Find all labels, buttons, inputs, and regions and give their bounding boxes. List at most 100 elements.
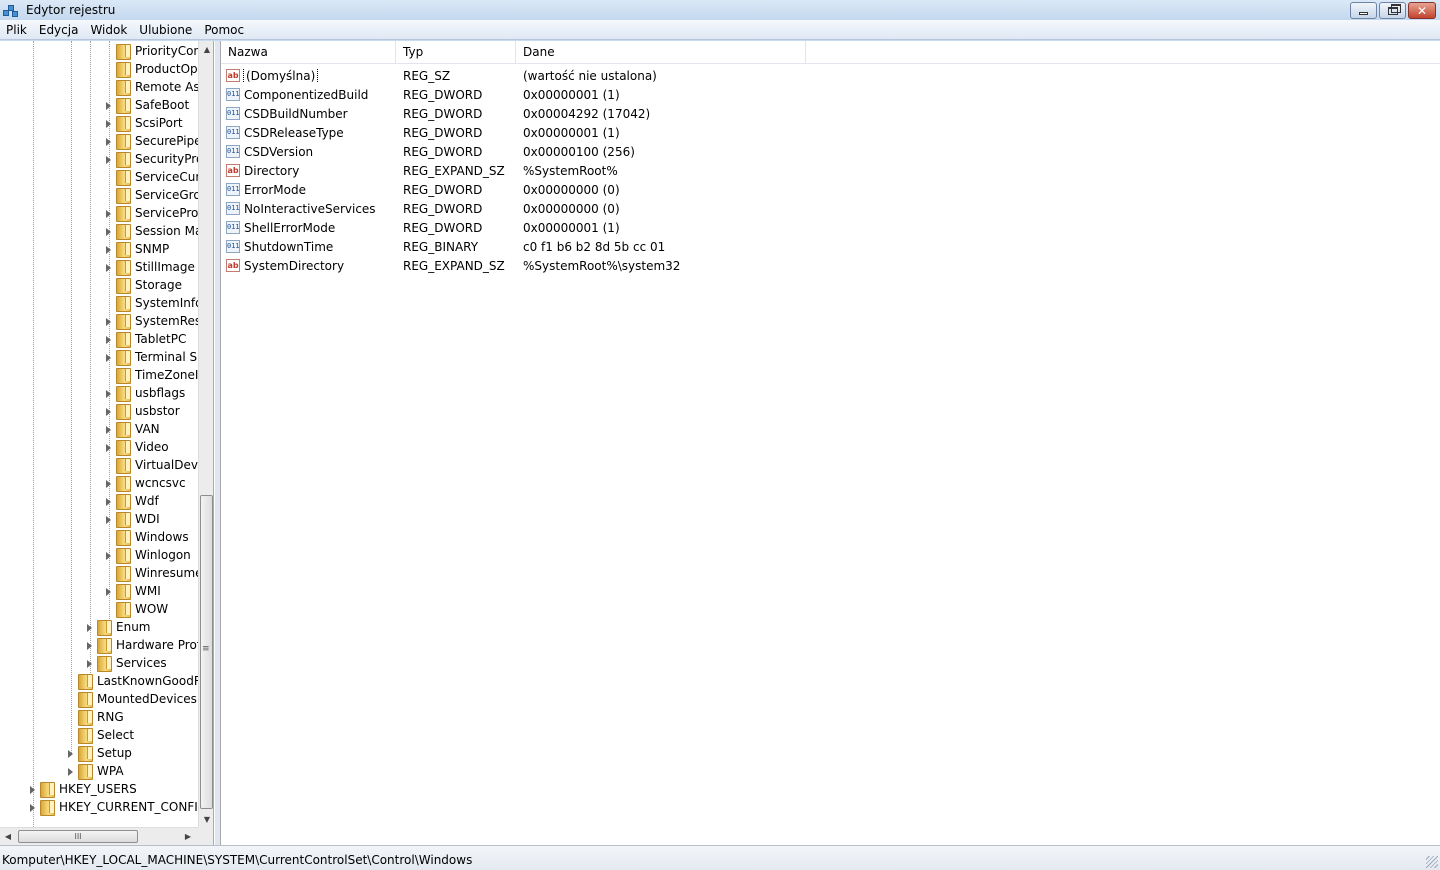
tree-item[interactable]: Enum [85,618,150,636]
tree-item[interactable]: VAN [104,420,160,438]
menu-plik[interactable]: Plik [0,20,33,40]
tree-item[interactable]: Select [66,726,134,744]
tree-item[interactable]: MountedDevices [66,690,197,708]
tree-item[interactable]: SystemInfo [104,294,198,312]
expand-arrow-icon[interactable] [85,623,94,632]
expand-arrow-icon[interactable] [85,641,94,650]
value-row[interactable]: 011 ComponentizedBuild REG_DWORD 0x00000001… [221,85,806,104]
expand-arrow-icon[interactable] [104,155,113,164]
value-row[interactable]: 011 ShellErrorMode REG_DWORD 0x00000001 (1) [221,218,806,237]
column-header-nazwa[interactable]: Nazwa [221,41,396,64]
scroll-left-icon[interactable]: ◀ [0,828,16,845]
expand-arrow-icon[interactable] [104,245,113,254]
tree-item[interactable]: Winlogon [104,546,191,564]
tree-item[interactable]: HKEY_CURRENT_CONFIG [28,798,198,816]
tree-item[interactable]: SNMP [104,240,169,258]
tree-item[interactable]: WOW [104,600,168,618]
expand-arrow-icon[interactable] [104,263,113,272]
expand-arrow-icon[interactable] [104,317,113,326]
column-header-dane[interactable]: Dane [516,41,806,64]
minimize-button[interactable] [1350,2,1377,19]
menu-pomoc[interactable]: Pomoc [198,20,250,40]
expand-arrow-icon[interactable] [104,137,113,146]
close-button[interactable]: ✕ [1408,2,1436,19]
tree-item[interactable]: Terminal S [104,348,197,366]
value-row[interactable]: 011 CSDReleaseType REG_DWORD 0x00000001 (1) [221,123,806,142]
tree-item[interactable]: Setup [66,744,132,762]
tree-item[interactable]: Windows [104,528,189,546]
expand-arrow-icon[interactable] [104,515,113,524]
tree-item[interactable]: Winresume [104,564,198,582]
tree-item[interactable]: Hardware Prof [85,636,198,654]
expand-arrow-icon[interactable] [66,767,75,776]
value-row[interactable]: ab (Domyślna) REG_SZ (wartość nie ustalona) [221,66,806,85]
tree-item[interactable]: WDI [104,510,160,528]
horizontal-scroll-thumb[interactable]: III [18,830,138,843]
column-header-typ[interactable]: Typ [396,41,516,64]
value-row[interactable]: ab Directory REG_EXPAND_SZ %SystemRoot% [221,161,806,180]
tree-item[interactable]: RNG [66,708,124,726]
expand-arrow-icon[interactable] [104,227,113,236]
expand-arrow-icon[interactable] [28,785,37,794]
tree-item[interactable]: ServiceCur [104,168,198,186]
expand-arrow-icon[interactable] [85,659,94,668]
value-row[interactable]: 011 ShutdownTime REG_BINARY c0 f1 b6 b2 8d … [221,237,806,256]
expand-arrow-icon[interactable] [104,353,113,362]
expand-arrow-icon[interactable] [104,587,113,596]
expand-arrow-icon[interactable] [104,101,113,110]
tree-item[interactable]: VirtualDevi [104,456,198,474]
tree-item[interactable]: Session Ma [104,222,198,240]
tree-item[interactable]: HKEY_USERS [28,780,137,798]
tree-item[interactable]: Remote As [104,78,198,96]
expand-arrow-icon[interactable] [104,209,113,218]
tree-item[interactable]: TabletPC [104,330,186,348]
tree-item[interactable]: usbflags [104,384,185,402]
expand-arrow-icon[interactable] [104,407,113,416]
tree-item[interactable]: TimeZoneI [104,366,198,384]
tree-item[interactable]: SystemRes [104,312,198,330]
tree-horizontal-scrollbar[interactable]: ◀ III ▶ [0,827,198,845]
vertical-scroll-thumb[interactable]: ≡ [200,495,213,809]
tree-item[interactable]: WMI [104,582,161,600]
menu-edycja[interactable]: Edycja [33,20,85,40]
tree-item[interactable]: Storage [104,276,182,294]
expand-arrow-icon[interactable] [104,443,113,452]
expand-arrow-icon[interactable] [104,425,113,434]
tree-item[interactable]: SecurityPro [104,150,198,168]
tree-item[interactable]: Services [85,654,167,672]
expand-arrow-icon[interactable] [104,497,113,506]
tree-item[interactable]: ServiceProv [104,204,198,222]
tree-item[interactable]: LastKnownGoodR [66,672,198,690]
scroll-right-icon[interactable]: ▶ [180,828,196,845]
menu-widok[interactable]: Widok [84,20,133,40]
scroll-up-icon[interactable]: ▲ [199,41,213,57]
restore-button[interactable] [1379,2,1406,19]
tree-item[interactable]: StillImage [104,258,195,276]
scroll-down-icon[interactable]: ▼ [199,811,213,827]
expand-arrow-icon[interactable] [104,479,113,488]
value-row[interactable]: 011 NoInteractiveServices REG_DWORD 0x00000… [221,199,806,218]
resize-grip-icon[interactable] [1426,856,1438,868]
tree-item[interactable]: SecurePipe [104,132,198,150]
tree-item[interactable]: usbstor [104,402,180,420]
expand-arrow-icon[interactable] [28,803,37,812]
value-row[interactable]: 011 ErrorMode REG_DWORD 0x00000000 (0) [221,180,806,199]
tree-item[interactable]: ScsiPort [104,114,183,132]
value-row[interactable]: 011 CSDBuildNumber REG_DWORD 0x00004292 (17… [221,104,806,123]
tree-item[interactable]: Wdf [104,492,159,510]
tree-item[interactable]: wcncsvc [104,474,186,492]
value-row[interactable]: 011 CSDVersion REG_DWORD 0x00000100 (256) [221,142,806,161]
tree-item[interactable]: ProductOp [104,60,198,78]
tree-item[interactable]: SafeBoot [104,96,189,114]
value-row[interactable]: ab SystemDirectory REG_EXPAND_SZ %SystemRoo… [221,256,806,275]
tree-item[interactable]: Video [104,438,169,456]
tree-item[interactable]: ServiceGro [104,186,198,204]
tree-vertical-scrollbar[interactable]: ▲ ≡ ▼ [198,41,213,827]
expand-arrow-icon[interactable] [66,749,75,758]
expand-arrow-icon[interactable] [104,335,113,344]
expand-arrow-icon[interactable] [104,551,113,560]
tree-item[interactable]: PriorityCon [104,42,198,60]
tree-item[interactable]: WPA [66,762,124,780]
menu-ulubione[interactable]: Ulubione [133,20,198,40]
expand-arrow-icon[interactable] [104,119,113,128]
